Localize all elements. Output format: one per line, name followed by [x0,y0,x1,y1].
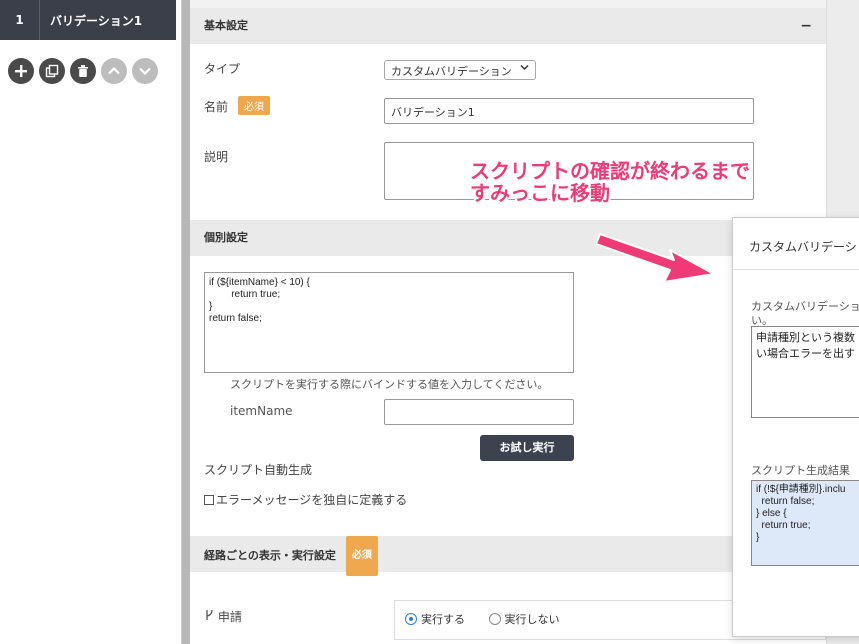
type-label: タイプ [204,62,241,76]
item-name-input[interactable] [384,399,574,425]
panel-divider [182,0,190,644]
radio-run-label: 実行する [421,613,465,626]
branch-icon [204,609,218,624]
auto-generate-link[interactable]: スクリプト自動生成 [204,461,312,478]
custom-validation-dialog: カスタムバリデーション カスタムバリデーション い。 申請種別という複数 い場合… [732,217,859,637]
requirement-textarea[interactable]: 申請種別という複数 い場合エラーを出す [751,326,859,418]
chevron-down-icon[interactable] [132,58,158,84]
annotation-line: すみっこに移動 [470,181,610,205]
requirement-line: い場合エラーを出す [756,347,855,360]
chevron-down-icon [520,64,529,74]
name-label: 名前 [204,100,229,114]
collapse-icon[interactable]: − [800,8,812,44]
list-toolbar [8,58,158,84]
script-textarea[interactable]: if (${itemName} < 10) { return true; } r… [204,272,574,373]
section-header-route[interactable]: 経路ごとの表示・実行設定 必須 [190,536,826,576]
result-label: スクリプト生成結果 [751,464,850,477]
radio-button[interactable] [405,613,417,625]
description-label: 説明 [204,150,229,164]
requirement-line: 申請種別という複数 [756,331,855,344]
item-name-label: itemName [230,404,293,418]
required-badge: 必須 [238,96,271,115]
validation-list-item[interactable]: 1 バリデーション1 [0,0,176,40]
item-number: 1 [0,0,40,40]
name-label-row: 名前 必須 [204,96,271,115]
screen: 1 バリデーション1 基本設定 − タイプ カスタムバリデーション 名前 必須 … [0,0,859,644]
section-title: 基本設定 [204,19,248,32]
annotation-arrow-icon [596,233,715,283]
type-select-value: カスタムバリデーション [391,65,512,78]
chevron-up-icon[interactable] [101,58,127,84]
section-title: 個別設定 [204,231,248,244]
trash-icon[interactable] [70,58,96,84]
type-select[interactable]: カスタムバリデーション [384,60,536,80]
name-input[interactable]: バリデーション1 [384,98,754,124]
copy-icon[interactable] [39,58,65,84]
section-header-basic[interactable]: 基本設定 − [190,8,826,44]
radio-run[interactable]: 実行する [405,613,465,626]
validation-form: 基本設定 − タイプ カスタムバリデーション 名前 必須 バリデーション1 説明 … [190,8,826,644]
checkbox[interactable] [204,495,214,505]
custom-error-label: エラーメッセージを独自に定義する [216,493,408,507]
radio-button[interactable] [488,613,501,625]
try-run-button[interactable]: お試し実行 [480,435,574,461]
item-name: バリデーション1 [50,13,143,28]
annotation-line: スクリプトの確認が終わるまで [470,159,750,183]
section-title: 経路ごとの表示・実行設定 [204,549,336,562]
validation-list-panel: 1 バリデーション1 [0,0,182,644]
custom-error-option[interactable]: エラーメッセージを独自に定義する [204,491,407,508]
required-badge: 必須 [345,536,378,576]
route-row-label: 申請 [204,608,242,625]
route-name: 申請 [217,610,242,624]
radio-norun[interactable]: 実行しない [488,613,560,626]
bind-hint: スクリプトを実行する際にバインドする値を入力してください。 [230,378,549,391]
name-input-value: バリデーション1 [391,106,475,119]
script-result-box[interactable]: if (!${申請種別}.inclu return false; } else … [751,480,859,566]
section-header-individual[interactable]: 個別設定 [190,220,826,256]
plus-icon[interactable] [8,58,34,84]
radio-norun-label: 実行しない [504,613,560,626]
dialog-title: カスタムバリデーション [733,218,859,270]
annotation-text: スクリプトの確認が終わるまで すみっこに移動 [470,160,750,204]
